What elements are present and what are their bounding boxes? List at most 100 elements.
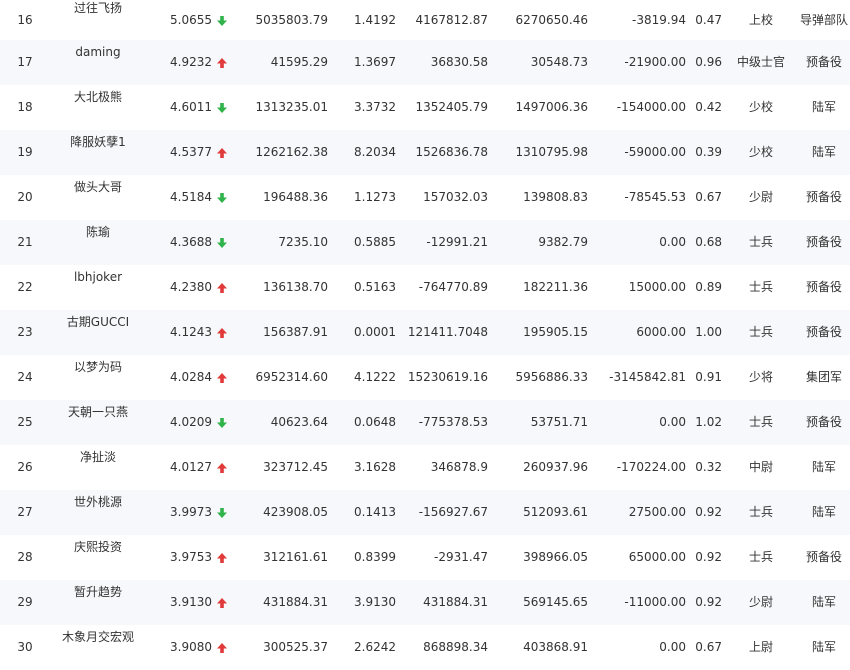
unit-cell: 预备役 [805,190,842,204]
rank-title-cell: 士兵 [748,550,773,564]
name-cell[interactable]: 净扯淡 [58,445,138,490]
value3-cell: 1526836.78 [415,145,488,159]
unit-cell: 陆军 [811,460,836,474]
score-cell: 4.5184 [170,190,212,204]
value3-cell: -12991.21 [426,235,488,249]
table-row: 18 大北极熊 4.6011 1313235.01 3.3732 1352405.79 14… [0,85,850,130]
rank-cell: 17 [17,55,33,69]
name-cell[interactable]: 过往飞扬 [58,0,138,32]
trend-cell [216,0,230,40]
rank-cell: 29 [17,595,33,609]
name-cell[interactable]: 陈瑜 [58,220,138,265]
unit-cell: 预备役 [805,325,842,339]
score-cell: 4.0284 [170,370,212,384]
value6-cell: 1.02 [695,415,722,429]
value2-cell: 0.8399 [354,550,396,564]
value5-cell: 27500.00 [628,505,686,519]
value6-cell: 0.92 [695,595,722,609]
score-cell: 3.9080 [170,640,212,654]
name-cell[interactable]: daming [58,40,138,85]
value1-cell: 156387.91 [263,325,328,339]
name-cell[interactable]: lbhjoker [58,265,138,310]
value1-cell: 41595.29 [270,55,328,69]
rank-title-cell: 少将 [748,370,773,384]
value6-cell: 0.92 [695,550,722,564]
value3-cell: 868898.34 [423,640,488,654]
value6-cell: 0.89 [695,280,722,294]
value6-cell: 0.42 [695,100,722,114]
name-cell[interactable]: 古期GUCCI [58,310,138,355]
rank-title-cell: 士兵 [748,280,773,294]
rank-title-cell: 士兵 [748,415,773,429]
rank-cell: 18 [17,100,33,114]
value4-cell: 182211.36 [523,280,588,294]
value6-cell: 0.39 [695,145,722,159]
value1-cell: 5035803.79 [255,13,328,27]
value3-cell: -2931.47 [434,550,488,564]
score-cell: 4.9232 [170,55,212,69]
value4-cell: 569145.65 [523,595,588,609]
value3-cell: 157032.03 [423,190,488,204]
value6-cell: 0.96 [695,55,722,69]
rank-title-cell: 少尉 [748,595,773,609]
value6-cell: 0.67 [695,190,722,204]
name-cell[interactable]: 世外桃源 [58,490,138,535]
trend-cell [216,355,230,400]
value1-cell: 6952314.60 [255,370,328,384]
arrow-down-icon [216,237,228,249]
rank-cell: 23 [17,325,33,339]
name-cell[interactable]: 暂升趋势 [58,580,138,625]
rank-cell: 25 [17,415,33,429]
rank-cell: 28 [17,550,33,564]
rank-title-cell: 士兵 [748,505,773,519]
value3-cell: -775378.53 [418,415,488,429]
value4-cell: 6270650.46 [515,13,588,27]
trend-cell [216,625,230,670]
score-cell: 4.5377 [170,145,212,159]
value2-cell: 3.9130 [354,595,396,609]
value2-cell: 1.4192 [354,13,396,27]
name-cell[interactable]: 大北极熊 [58,85,138,130]
value6-cell: 0.92 [695,505,722,519]
value1-cell: 312161.61 [263,550,328,564]
rank-cell: 19 [17,145,33,159]
rank-title-cell: 少尉 [748,190,773,204]
value5-cell: -3819.94 [632,13,686,27]
name-cell[interactable]: 庆熙投资 [58,535,138,580]
trend-cell [216,175,230,220]
value3-cell: 4167812.87 [415,13,488,27]
score-cell: 3.9130 [170,595,212,609]
value4-cell: 195905.15 [523,325,588,339]
score-cell: 5.0655 [170,13,212,27]
value2-cell: 0.0001 [354,325,396,339]
value4-cell: 398966.05 [523,550,588,564]
value1-cell: 431884.31 [263,595,328,609]
name-cell[interactable]: 天朝一只燕 [58,400,138,445]
value1-cell: 7235.10 [278,235,328,249]
name-cell[interactable]: 以梦为码 [58,355,138,400]
value1-cell: 300525.37 [263,640,328,654]
value1-cell: 423908.05 [263,505,328,519]
value3-cell: 36830.58 [430,55,488,69]
value4-cell: 403868.91 [523,640,588,654]
score-cell: 3.9973 [170,505,212,519]
arrow-up-icon [216,552,228,564]
name-cell[interactable]: 做头大哥 [58,175,138,220]
rank-cell: 20 [17,190,33,204]
trend-cell [216,580,230,625]
rank-title-cell: 上校 [748,13,773,27]
value4-cell: 1310795.98 [515,145,588,159]
value5-cell: 0.00 [659,415,686,429]
table-row: 24 以梦为码 4.0284 6952314.60 4.1222 15230619.16 5… [0,355,850,400]
name-cell[interactable]: 木象月交宏观 [58,625,138,670]
name-cell[interactable]: 降服妖孽1 [58,130,138,175]
table-row: 22 lbhjoker 4.2380 136138.70 0.5163 -764770.8… [0,265,850,310]
value4-cell: 53751.71 [530,415,588,429]
unit-cell: 陆军 [811,145,836,159]
value2-cell: 2.6242 [354,640,396,654]
arrow-down-icon [216,102,228,114]
trend-cell [216,85,230,130]
trend-cell [216,220,230,265]
value5-cell: 65000.00 [628,550,686,564]
arrow-up-icon [216,372,228,384]
